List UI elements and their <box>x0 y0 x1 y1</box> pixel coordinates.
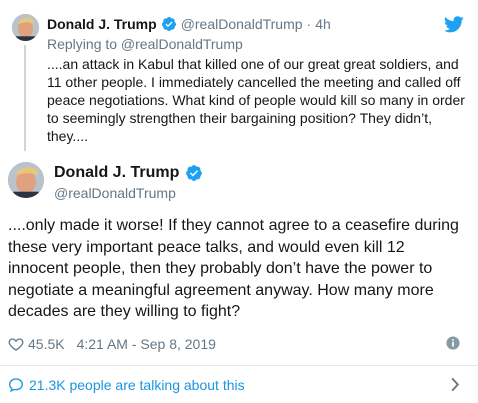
parent-author-name[interactable]: Donald J. Trump <box>47 15 157 33</box>
parent-tweet-text: ....an attack in Kabul that killed one o… <box>47 56 465 144</box>
parent-tweet-header: Donald J. Trump @realDonaldTrump · 4h <box>47 15 331 33</box>
parent-tweet-time[interactable]: 4h <box>315 15 331 33</box>
embedded-tweet-card: Donald J. Trump @realDonaldTrump · 4h Re… <box>0 0 478 403</box>
comment-bubble-icon <box>8 377 24 393</box>
conversation-count-text: 21.3K people are talking about this <box>29 376 245 393</box>
twitter-bird-icon[interactable] <box>444 16 464 33</box>
conversation-link[interactable]: 21.3K people are talking about this <box>0 366 478 403</box>
info-icon[interactable] <box>446 336 460 350</box>
parent-author-handle[interactable]: @realDonaldTrump <box>181 15 303 33</box>
main-author-name-row: Donald J. Trump <box>54 163 207 183</box>
main-author-name[interactable]: Donald J. Trump <box>54 163 179 183</box>
dot-separator: · <box>306 16 312 32</box>
tweet-meta-row: 45.5K 4:21 AM - Sep 8, 2019 <box>8 334 470 354</box>
main-tweet-text: ....only made it worse! If they cannot a… <box>8 217 459 320</box>
main-avatar[interactable] <box>8 162 44 198</box>
heart-icon[interactable] <box>8 336 24 352</box>
replying-to-line[interactable]: Replying to @realDonaldTrump <box>47 35 243 53</box>
tweet-timestamp[interactable]: 4:21 AM - Sep 8, 2019 <box>77 336 216 352</box>
like-count[interactable]: 45.5K <box>28 336 65 352</box>
chevron-right-icon <box>450 377 460 392</box>
thread-connector-line <box>24 45 26 151</box>
parent-avatar[interactable] <box>12 14 39 41</box>
verified-badge-icon <box>185 164 203 182</box>
main-author-handle[interactable]: @realDonaldTrump <box>54 184 176 202</box>
verified-badge-icon <box>161 16 177 32</box>
